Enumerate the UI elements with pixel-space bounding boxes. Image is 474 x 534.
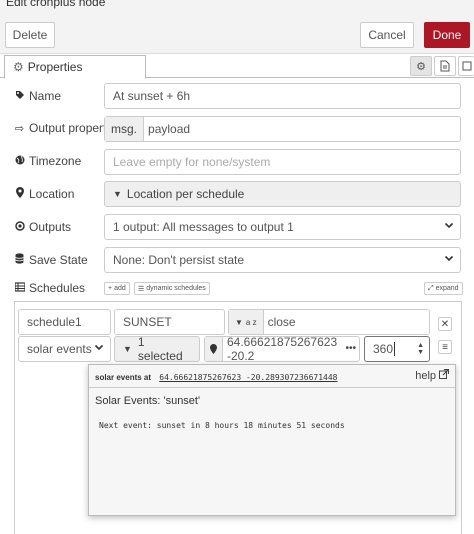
string-type-icon: a z — [245, 317, 257, 327]
cog-icon: ⚙ — [13, 60, 24, 74]
dynamic-schedules-button[interactable]: ☰ dynamic schedules — [134, 282, 210, 295]
timezone-label: Timezone — [29, 154, 82, 168]
outputs-select[interactable]: 1 output: All messages to output 1 — [104, 214, 461, 240]
offset-value: 360 — [373, 342, 394, 356]
payload-type-select[interactable]: ▼ a z — [229, 310, 264, 334]
schedules-label-row: Schedules — [13, 279, 86, 297]
popup-next-event-text: Next event: sunset in 8 hours 18 minutes… — [99, 421, 345, 430]
book-icon — [462, 61, 471, 71]
chevron-down-icon — [94, 342, 104, 355]
description-tab-icon-button[interactable] — [434, 56, 456, 76]
chevron-down-icon — [444, 220, 454, 233]
window-titlebar: Edit cronplus node — [0, 0, 474, 14]
schedule-payload-value[interactable]: close — [264, 310, 296, 334]
popup-header: solar events at 64.66621875267623 -20.28… — [95, 373, 337, 382]
schedule-name-input[interactable]: schedule1 — [18, 309, 111, 335]
expand-button[interactable]: ⤢ expand — [424, 282, 463, 295]
timezone-input[interactable]: Leave empty for none/system — [104, 149, 461, 175]
timezone-label-row: Timezone — [14, 152, 81, 170]
dialog-toolbar: Delete Cancel Done — [0, 14, 474, 54]
name-label-row: Name — [14, 87, 61, 105]
schedule-kind-select[interactable]: solar events — [18, 336, 111, 362]
save-state-label: Save State — [29, 253, 88, 267]
tab-properties-label: Properties — [27, 60, 83, 74]
schedule-topic-input[interactable]: SUNSET — [114, 309, 225, 335]
outputs-select-value: 1 output: All messages to output 1 — [113, 220, 294, 234]
list-alt-icon: ☰ — [138, 285, 145, 293]
save-state-select[interactable]: None: Don't persist state — [104, 247, 461, 273]
map-marker-icon — [14, 187, 25, 201]
output-property-label-row: ⇨ Output property — [14, 119, 113, 137]
schedule-kind-value: solar events — [27, 342, 92, 356]
outputs-label: Outputs — [29, 220, 72, 234]
ellipsis-icon[interactable]: ••• — [345, 343, 356, 354]
list-icon — [13, 281, 26, 295]
solar-events-selected-count: 1 selected — [137, 335, 183, 363]
remove-schedule-button[interactable]: ✕ — [438, 317, 452, 331]
schedule-location-value[interactable]: 64.66621875267623 -20.2 — [223, 337, 339, 361]
delete-button[interactable]: Delete — [5, 22, 55, 48]
map-marker-icon — [210, 344, 217, 354]
popup-header-coords: 64.66621875267623 -20.289307236671448 — [159, 373, 338, 382]
expand-icon: ⤢ — [428, 284, 434, 292]
solar-events-popup: solar events at 64.66621875267623 -20.28… — [88, 364, 456, 516]
text-cursor — [394, 342, 396, 356]
name-label: Name — [29, 89, 62, 103]
add-schedule-label: add — [114, 285, 126, 292]
file-icon — [440, 60, 450, 72]
globe-icon — [14, 155, 25, 168]
popup-divider — [89, 387, 455, 388]
bars-icon: ≡ — [442, 341, 448, 353]
spinner-icon[interactable]: ▲ ▼ — [417, 342, 424, 356]
expand-label: expand — [435, 285, 459, 292]
caret-down-icon: ▼ — [113, 189, 122, 199]
offset-number-input[interactable]: 360 ▲ ▼ — [364, 336, 430, 362]
caret-down-icon: ▼ — [235, 317, 243, 327]
solar-events-multiselect[interactable]: ▼ 1 selected — [114, 335, 200, 363]
output-property-typed-input[interactable]: msg. payload — [104, 116, 461, 142]
window-title: Edit cronplus node — [6, 0, 106, 9]
location-select-value: Location per schedule — [126, 187, 245, 201]
schedule-menu-button[interactable]: ≡ — [438, 340, 452, 354]
tab-bar: ⚙ Properties ⚙ — [0, 54, 474, 79]
add-schedule-button[interactable]: + add — [104, 282, 130, 295]
dot-circle-icon — [14, 220, 25, 234]
location-select[interactable]: ▼ Location per schedule — [104, 181, 461, 207]
location-type-select[interactable] — [205, 337, 223, 361]
chevron-down-icon — [444, 253, 454, 266]
tab-properties[interactable]: ⚙ Properties — [4, 55, 146, 79]
save-state-label-row: Save State — [14, 251, 88, 269]
database-icon — [14, 253, 25, 267]
location-label-row: Location — [14, 185, 74, 203]
location-label: Location — [29, 187, 75, 201]
schedule-payload-typed-input[interactable]: ▼ a z close — [228, 309, 430, 335]
done-button[interactable]: Done — [424, 22, 470, 48]
plus-icon: + — [108, 285, 113, 292]
output-property-label: Output property — [29, 121, 113, 135]
save-state-select-value: None: Don't persist state — [113, 253, 245, 267]
output-property-value[interactable]: payload — [144, 117, 190, 141]
schedules-label: Schedules — [29, 281, 86, 295]
name-input[interactable]: At sunset + 6h — [104, 83, 461, 109]
properties-tab-icon-button[interactable]: ⚙ — [410, 56, 432, 76]
popup-help-label: help — [415, 369, 436, 382]
tag-icon — [14, 90, 25, 103]
outputs-label-row: Outputs — [14, 218, 71, 236]
popup-header-prefix: solar events at — [95, 373, 152, 382]
popup-events-text: Solar Events: 'sunset' — [95, 395, 201, 407]
caret-down-icon: ▼ — [123, 344, 132, 354]
cancel-button[interactable]: Cancel — [360, 22, 414, 48]
close-icon: ✕ — [440, 318, 450, 330]
schedule-location-typed-input[interactable]: 64.66621875267623 -20.2 ••• — [204, 336, 360, 362]
output-property-type-prefix[interactable]: msg. — [105, 117, 145, 141]
external-link-icon — [439, 368, 450, 382]
popup-help-link[interactable]: help — [415, 368, 450, 382]
appearance-tab-icon-button[interactable] — [458, 56, 474, 76]
dynamic-schedules-label: dynamic schedules — [146, 285, 206, 292]
sign-out-icon: ⇨ — [14, 122, 25, 135]
cog-icon: ⚙ — [416, 60, 426, 73]
